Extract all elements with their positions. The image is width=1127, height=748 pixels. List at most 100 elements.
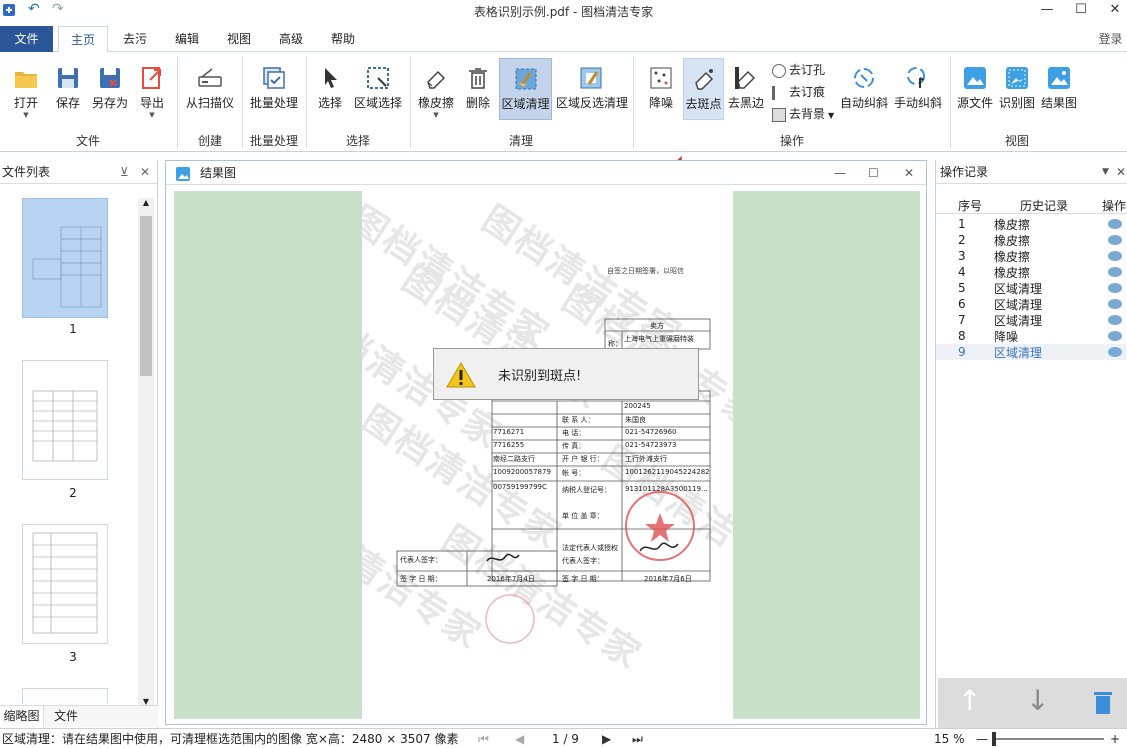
remove-background-button[interactable]: 去背景 ▼ [772,104,834,124]
region-select-button[interactable]: 区域选择 [352,58,404,120]
result-image-button[interactable]: 结果图 [1040,58,1078,120]
close-icon[interactable]: ✕ [1116,160,1126,184]
arrow-up-icon[interactable]: ↑ [958,684,981,717]
eye-icon[interactable] [1108,299,1122,309]
next-page-icon[interactable]: ▶ [602,729,611,748]
image-canvas[interactable]: 图档清洁专家 图档清洁专家 图档清洁专家 图档清洁专家 图档清洁专家 图档清洁专… [174,191,920,719]
message-dialog[interactable]: 未识别到斑点! [433,348,699,400]
page-thumbnail[interactable] [22,360,108,480]
zoom-slider-handle[interactable] [992,732,996,746]
remove-holes-button[interactable]: 去订孔 [772,60,825,80]
eye-icon[interactable] [1108,283,1122,293]
page-thumbnail[interactable] [22,198,108,318]
history-row[interactable]: 8 降噪 [936,328,1127,344]
close-icon[interactable]: ✕ [904,161,914,185]
zoom-out-icon[interactable]: — [976,729,988,748]
history-row[interactable]: 1 橡皮擦 [936,216,1127,232]
despeckle-icon [694,69,713,90]
thumbnail-scrollbar[interactable]: ▲ ▼ [138,198,154,706]
tab-edit[interactable]: 编辑 [164,26,210,52]
maximize-icon[interactable]: ☐ [1064,0,1098,22]
history-row[interactable]: 3 橡皮擦 [936,248,1127,264]
close-icon[interactable]: ✕ [1098,0,1127,22]
history-row[interactable]: 2 橡皮擦 [936,232,1127,248]
arrow-down-icon[interactable]: ↓ [1026,684,1049,717]
region-inverse-clean-button[interactable]: 区域反选清理 [556,58,628,120]
history-row-selected[interactable]: 9 区域清理 [936,344,1127,360]
page-number: 2 [69,486,77,500]
chevron-down-icon: ▼ [828,111,835,120]
despeckle-button[interactable]: 去斑点 [683,58,724,120]
eye-icon[interactable] [1108,267,1122,277]
page-thumbnail[interactable] [22,688,108,704]
minimize-icon[interactable]: — [834,161,846,185]
select-button[interactable]: 选择 [312,58,348,120]
scroll-up-icon[interactable]: ▲ [138,198,154,207]
source-file-button[interactable]: 源文件 [956,58,994,120]
history-row[interactable]: 5 区域清理 [936,280,1127,296]
history-row[interactable]: 4 橡皮擦 [936,264,1127,280]
page-indicator[interactable]: 1 / 9 [552,729,579,748]
page-number: 1 [69,322,77,336]
filter-icon[interactable]: ⊻ [120,160,129,184]
zoom-slider[interactable] [994,738,1104,740]
previous-page-icon[interactable]: ◀ [515,729,524,748]
panel-header: 结果图 — ☐ ✕ [166,161,926,185]
region-clean-button[interactable]: 区域清理 [499,58,552,120]
delete-button[interactable]: 删除 [460,58,496,120]
tab-view[interactable]: 视图 [216,26,262,52]
denoise-button[interactable]: 降噪 [644,58,678,120]
tab-home[interactable]: 主页 [58,26,108,53]
left-panel-tabs: 缩略图 文件 [0,705,158,728]
tab-help[interactable]: 帮助 [320,26,366,52]
save-button[interactable]: 保存 [50,58,86,120]
tab-thumbnails[interactable]: 缩略图 [0,706,44,728]
tab-files[interactable]: 文件 [48,706,84,728]
doc-text: 1009200057879 [493,468,551,476]
last-page-icon[interactable]: ⏭ [632,729,643,748]
history-row[interactable]: 7 区域清理 [936,312,1127,328]
eye-icon[interactable] [1108,235,1122,245]
batch-icon [263,67,285,89]
column-header: 序号 [958,199,983,213]
history-row[interactable]: 6 区域清理 [936,296,1127,312]
eraser-button[interactable]: 橡皮擦 ▼ [416,58,456,120]
auto-deskew-button[interactable]: 自动纠斜 [838,58,890,120]
page-preview [32,390,98,462]
open-button[interactable]: 打开 ▼ [6,58,46,120]
recognition-image-button[interactable]: 识别图 [997,58,1037,120]
chevron-down-icon[interactable]: ▼ [1102,160,1109,184]
ribbon-divider [177,56,178,148]
first-page-icon[interactable]: ⏮ [478,729,489,748]
document-tab-title: 结果图 [200,166,237,180]
zoom-in-icon[interactable]: + [1110,729,1120,748]
document-page[interactable]: 图档清洁专家 图档清洁专家 图档清洁专家 图档清洁专家 图档清洁专家 图档清洁专… [362,191,733,719]
minimize-icon[interactable]: — [1030,0,1064,22]
export-button[interactable]: 导出 ▼ [134,58,170,120]
remove-staple-marks-button[interactable]: 去订痕 [772,82,825,102]
login-link[interactable]: 登录 [1094,26,1127,52]
maximize-icon[interactable]: ☐ [868,161,879,185]
eye-icon[interactable] [1108,331,1122,341]
from-scanner-button[interactable]: 从扫描仪 [184,58,236,120]
eye-icon[interactable] [1108,219,1122,229]
auto-deskew-icon [854,68,874,88]
eye-icon[interactable] [1108,315,1122,325]
remove-black-edge-button[interactable]: 去黑边 [726,58,766,120]
tab-decontaminate[interactable]: 去污 [112,26,158,52]
tab-file[interactable]: 文件 [0,26,53,52]
page-thumbnail[interactable] [22,524,108,644]
save-as-button[interactable]: 另存为 [88,58,132,120]
batch-process-button[interactable]: 批量处理 [248,58,300,120]
doc-text: 913101128A3500119... [625,485,708,493]
eye-icon[interactable] [1108,251,1122,261]
image-icon [964,67,986,89]
ribbon: 打开 ▼ 保存 另存为 导出 ▼ 文件 从扫描仪 创建 批量处理 批量处理 选择 区… [0,52,1127,152]
eye-icon[interactable] [1108,347,1122,357]
close-icon[interactable]: ✕ [140,160,150,184]
scrollbar-thumb[interactable] [140,216,152,376]
ribbon-divider [633,56,634,148]
tab-advanced[interactable]: 高级 [268,26,314,52]
manual-deskew-button[interactable]: 手动纠斜 [892,58,944,120]
trash-icon[interactable] [1092,690,1114,716]
